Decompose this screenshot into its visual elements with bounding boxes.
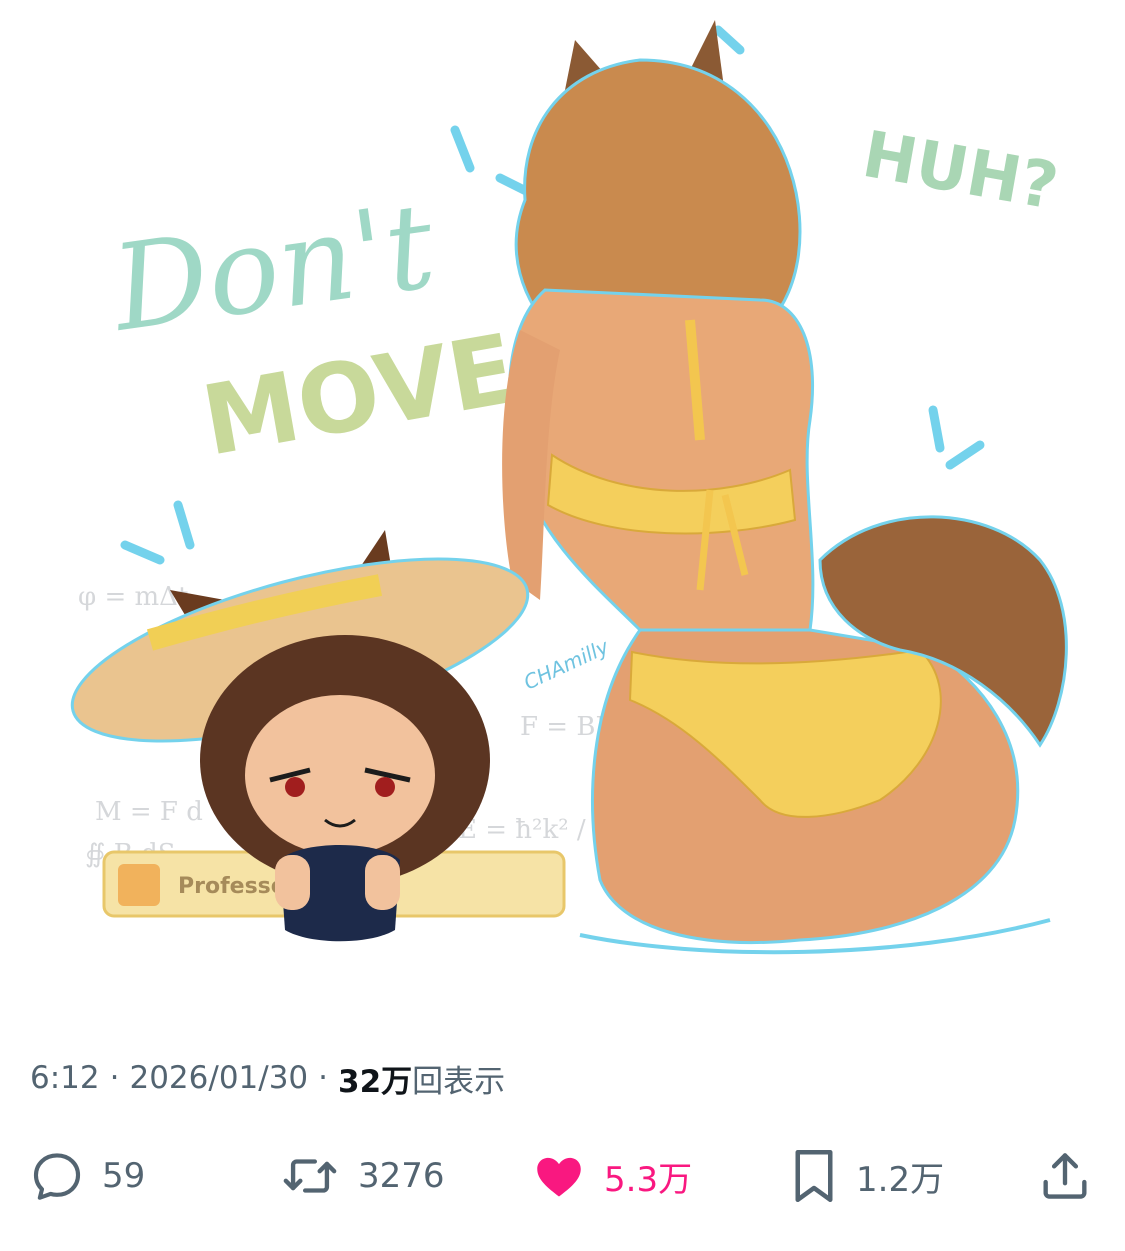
reply-count: 59 xyxy=(102,1156,146,1196)
share-button[interactable] xyxy=(1036,1140,1094,1212)
reply-icon xyxy=(33,1153,81,1200)
lettering-huh: HUH? xyxy=(857,118,1063,225)
tweet-date[interactable]: 2026/01/30 xyxy=(129,1060,308,1096)
artist-signature: CHAmilly xyxy=(520,634,613,695)
retweet-icon xyxy=(283,1159,337,1193)
tweet-meta: 6:12 · 2026/01/30 · 32万 回表示 xyxy=(30,1054,505,1102)
meta-separator: · xyxy=(109,1060,120,1096)
tweet-time[interactable]: 6:12 xyxy=(30,1060,100,1096)
formula-1: φ = mΔt xyxy=(78,582,189,612)
views-count: 32万 xyxy=(338,1063,413,1100)
tweet-media-image[interactable]: φ = mΔt F = BIL M = F d ∯ B·dS E = ħ²k² … xyxy=(0,0,1125,1010)
share-icon xyxy=(1043,1153,1087,1199)
bookmark-count: 1.2万 xyxy=(856,1159,945,1200)
retweet-count: 3276 xyxy=(358,1156,445,1196)
bookmark-icon xyxy=(795,1150,833,1202)
like-count: 5.3万 xyxy=(604,1159,693,1200)
lettering-dont: Don't xyxy=(103,176,443,358)
retweet-button[interactable]: 3276 xyxy=(278,1140,445,1212)
heart-icon xyxy=(537,1157,581,1197)
reply-button[interactable]: 59 xyxy=(28,1140,145,1212)
formula-3: M = F d xyxy=(95,797,203,827)
views-label: 回表示 xyxy=(412,1063,506,1100)
meta-separator: · xyxy=(318,1060,329,1096)
bookmark-button[interactable]: 1.2万 xyxy=(788,1140,944,1212)
action-bar: 59 3276 5.3万 1.2万 xyxy=(0,1140,1125,1212)
illustration: φ = mΔt F = BIL M = F d ∯ B·dS E = ħ²k² … xyxy=(70,20,1068,955)
like-button[interactable]: 5.3万 xyxy=(530,1140,692,1212)
